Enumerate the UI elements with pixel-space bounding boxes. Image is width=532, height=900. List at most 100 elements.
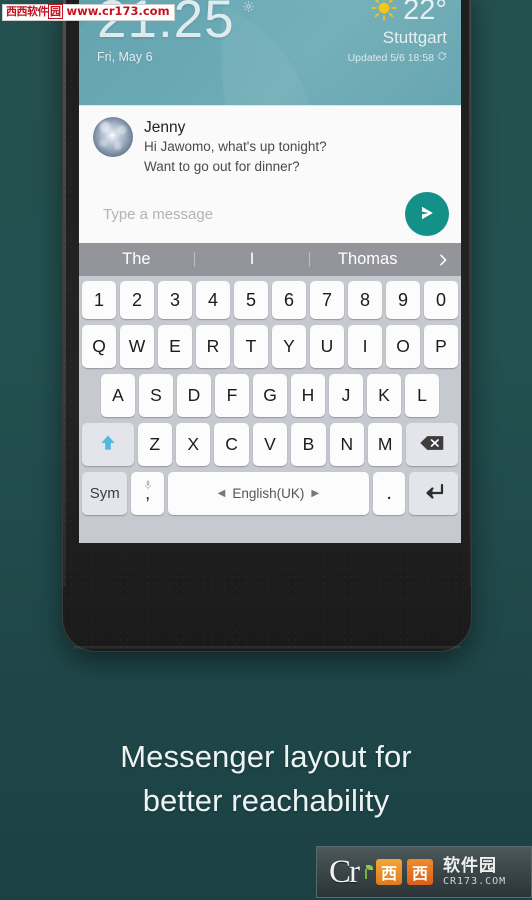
keyboard-row-numbers: 1 2 3 4 5 6 7 8 9 0 <box>82 281 458 319</box>
key-b[interactable]: B <box>291 423 326 466</box>
on-screen-keyboard: 1 2 3 4 5 6 7 8 9 0 Q W E R T Y U I O P … <box>79 276 461 543</box>
chevron-right-icon[interactable] <box>425 252 461 268</box>
gear-icon[interactable] <box>242 0 255 18</box>
microphone-icon <box>144 475 152 496</box>
key-r[interactable]: R <box>196 325 230 368</box>
send-icon <box>417 203 437 226</box>
key-4[interactable]: 4 <box>196 281 230 319</box>
triangle-right-icon[interactable]: ▶ <box>311 488 319 499</box>
key-q[interactable]: Q <box>82 325 116 368</box>
message-input[interactable] <box>101 204 405 224</box>
phone-device: 21:25 Fri, May 6 22° Stuttgart Updated 5… <box>62 0 472 652</box>
shift-key[interactable] <box>81 423 134 466</box>
key-7[interactable]: 7 <box>310 281 344 319</box>
key-5[interactable]: 5 <box>234 281 268 319</box>
key-o[interactable]: O <box>386 325 420 368</box>
key-w[interactable]: W <box>120 325 154 368</box>
message-line-2: Want to go out for dinner? <box>144 158 300 174</box>
promo-caption: Messenger layout for better reachability <box>0 735 532 823</box>
key-n[interactable]: N <box>329 423 365 466</box>
contact-avatar[interactable] <box>93 117 133 157</box>
key-z[interactable]: Z <box>137 423 172 466</box>
key-g[interactable]: G <box>253 374 287 417</box>
message-text-block: Jenny Hi Jawomo, what's up tonight? Want… <box>144 117 327 176</box>
promo-caption-line-2: better reachability <box>142 783 390 819</box>
watermark-tile-1: 西 <box>376 859 402 885</box>
key-i[interactable]: I <box>348 325 382 368</box>
weather-temperature: 22° <box>403 0 447 26</box>
watermark-top: 西西软件园 www.cr173.com <box>2 4 175 21</box>
sprout-icon <box>361 865 373 879</box>
key-8[interactable]: 8 <box>348 281 382 319</box>
sym-key[interactable]: Sym <box>82 472 128 515</box>
keyboard-row-bottom-letters: Z X C V B N M <box>81 423 459 466</box>
suggestion-item-0[interactable]: The <box>79 251 194 268</box>
key-a[interactable]: A <box>101 374 135 417</box>
watermark-bottom-domain: CR173.COM <box>443 875 507 887</box>
shift-up-arrow-icon <box>98 432 118 458</box>
key-m[interactable]: M <box>368 423 403 466</box>
compose-bar <box>79 185 461 243</box>
sun-icon <box>371 0 397 26</box>
triangle-left-icon[interactable]: ◀ <box>218 488 226 499</box>
message-sender-name: Jenny <box>144 119 186 136</box>
key-j[interactable]: J <box>329 374 363 417</box>
enter-return-icon <box>422 482 446 506</box>
weather-widget[interactable]: 22° Stuttgart Updated 5/6 18:58 <box>348 0 447 64</box>
key-d[interactable]: D <box>177 374 211 417</box>
weather-updated: Updated 5/6 18:58 <box>347 51 434 64</box>
key-h[interactable]: H <box>291 374 325 417</box>
period-key[interactable]: . <box>372 472 406 515</box>
promo-caption-line-1: Messenger layout for <box>120 739 412 774</box>
send-button[interactable] <box>405 192 449 236</box>
screenshot-root: 西西软件园 www.cr173.com 21:25 Fri, May 6 22°… <box>0 0 532 900</box>
watermark-tile-2: 西 <box>407 859 433 885</box>
enter-key[interactable] <box>409 472 459 515</box>
weather-city: Stuttgart <box>382 28 447 47</box>
key-v[interactable]: V <box>252 423 288 466</box>
phone-edge-left <box>63 0 66 587</box>
backspace-key[interactable] <box>406 423 459 466</box>
key-s[interactable]: S <box>139 374 173 417</box>
space-key[interactable]: ◀ English(UK) ▶ <box>167 472 369 515</box>
watermark-bottom-text: 软件园 CR173.COM <box>443 855 507 887</box>
key-3[interactable]: 3 <box>158 281 192 319</box>
phone-screen: 21:25 Fri, May 6 22° Stuttgart Updated 5… <box>79 0 461 543</box>
message-card: Jenny Hi Jawomo, what's up tonight? Want… <box>79 105 461 243</box>
backspace-icon <box>419 434 445 456</box>
watermark-top-brand-boxed: 园 <box>48 4 63 20</box>
key-t[interactable]: T <box>234 325 268 368</box>
key-u[interactable]: U <box>310 325 344 368</box>
watermark-bottom-brand: 软件园 <box>443 855 497 876</box>
key-l[interactable]: L <box>405 374 439 417</box>
key-f[interactable]: F <box>215 374 249 417</box>
keyboard-row-home: A S D F G H J K L <box>82 374 458 417</box>
suggestion-item-2[interactable]: Thomas <box>310 251 425 268</box>
key-p[interactable]: P <box>424 325 458 368</box>
key-k[interactable]: K <box>367 374 401 417</box>
suggestion-item-1[interactable]: I <box>195 251 310 268</box>
key-9[interactable]: 9 <box>386 281 420 319</box>
phone-edge-bottom <box>73 646 461 650</box>
key-y[interactable]: Y <box>272 325 306 368</box>
key-e[interactable]: E <box>158 325 192 368</box>
watermark-logo-letters: Cr <box>329 853 360 890</box>
space-key-language: English(UK) <box>232 486 305 501</box>
keyboard-row-function: Sym , ◀ English(UK) ▶ . <box>82 472 459 515</box>
key-x[interactable]: X <box>175 423 211 466</box>
keyboard-row-qwerty: Q W E R T Y U I O P <box>82 325 458 368</box>
message-row: Jenny Hi Jawomo, what's up tonight? Want… <box>79 106 461 176</box>
key-c[interactable]: C <box>214 423 249 466</box>
watermark-top-url: www.cr173.com <box>66 4 170 18</box>
watermark-top-brand: 西西软件园 <box>6 4 63 20</box>
key-1[interactable]: 1 <box>82 281 116 319</box>
comma-key[interactable]: , <box>131 472 164 515</box>
message-line-1: Hi Jawomo, what's up tonight? <box>144 139 327 155</box>
key-0[interactable]: 0 <box>424 281 458 319</box>
key-6[interactable]: 6 <box>272 281 306 319</box>
watermark-bottom: Cr 西 西 软件园 CR173.COM <box>316 846 532 898</box>
key-2[interactable]: 2 <box>120 281 154 319</box>
refresh-icon[interactable] <box>437 51 447 64</box>
phone-edge-right <box>469 0 471 587</box>
suggestion-bar: The I Thomas <box>79 243 461 276</box>
